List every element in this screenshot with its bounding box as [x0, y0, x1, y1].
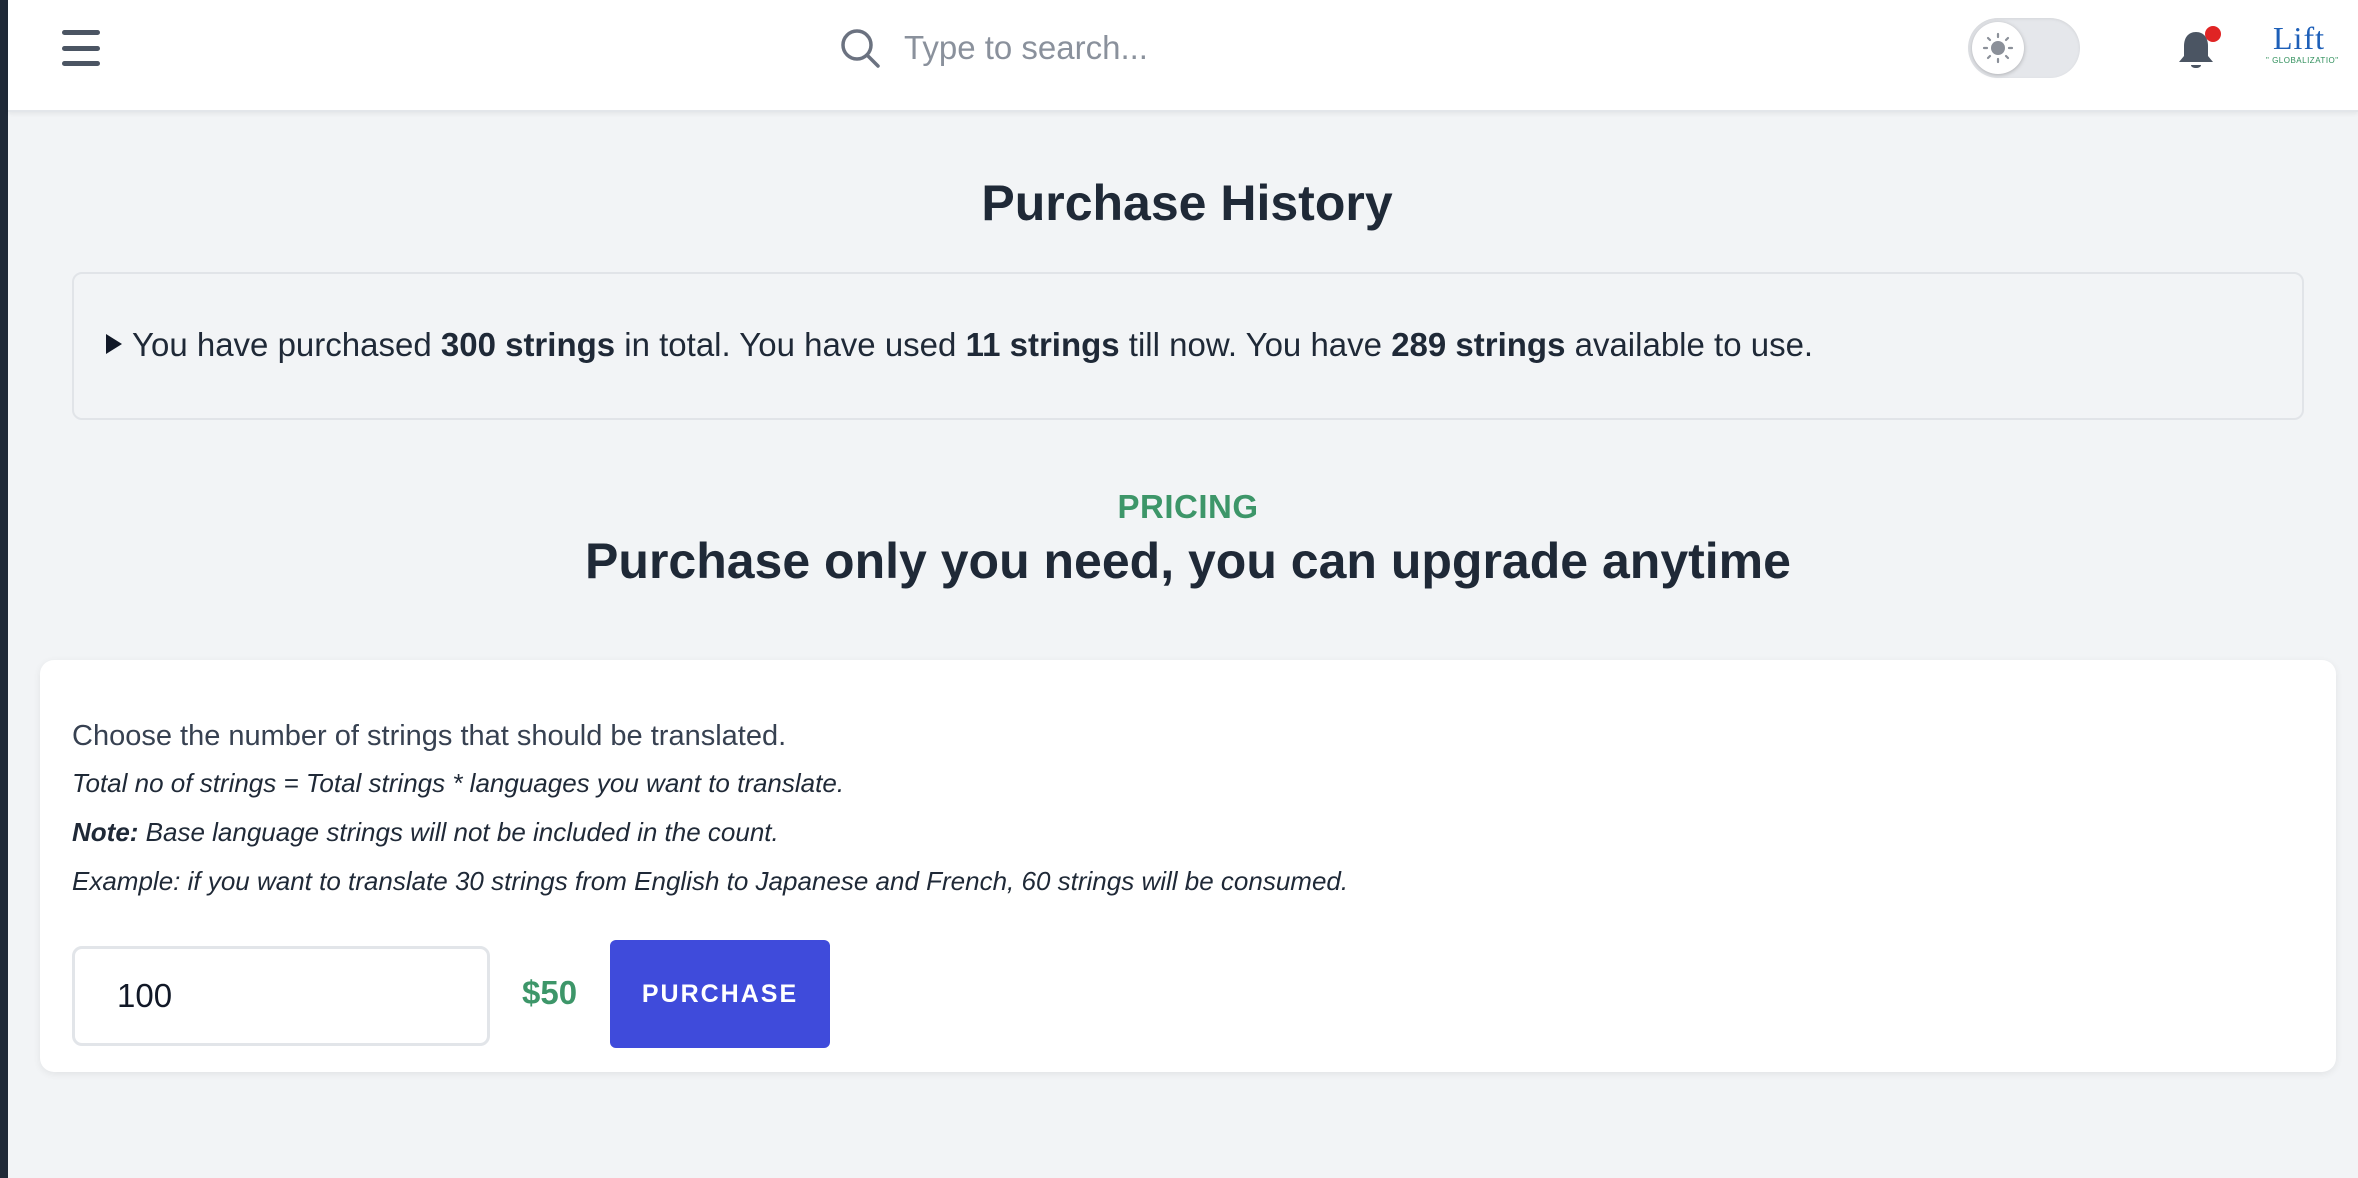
purchase-card: Choose the number of strings that should… — [40, 660, 2336, 1072]
logo-tagline: " GLOBALIZATIO" — [2266, 56, 2339, 65]
note-text: Note: Base language strings will not be … — [72, 817, 779, 848]
search-input[interactable] — [904, 20, 1464, 76]
logo-text: Lift — [2273, 20, 2325, 56]
toggle-knob[interactable] — [1972, 22, 2024, 74]
summary-mid-2: till now. You have — [1119, 326, 1392, 363]
page-title: Purchase History — [981, 175, 1393, 231]
available-count: 289 strings — [1391, 326, 1566, 363]
summary-suffix: available to use. — [1565, 326, 1814, 363]
price-label: $50 — [522, 974, 578, 1011]
pricing-eyebrow: PRICING — [1117, 488, 1259, 525]
note-label: Note: — [72, 817, 139, 847]
sun-icon — [1982, 32, 2014, 64]
notification-badge — [2205, 26, 2221, 42]
hamburger-menu-icon[interactable] — [62, 30, 100, 66]
purchased-count: 300 strings — [440, 326, 616, 363]
formula-text: Total no of strings = Total strings * la… — [72, 768, 845, 798]
string-quantity-input[interactable] — [72, 946, 490, 1046]
caret-right-icon[interactable] — [106, 334, 122, 354]
note-body: Base language strings will not be includ… — [138, 817, 779, 847]
purchase-summary-panel: You have purchased 300 strings in total.… — [72, 272, 2304, 420]
theme-toggle[interactable] — [1968, 18, 2080, 78]
purchase-summary-toggle[interactable]: You have purchased 300 strings in total.… — [106, 326, 1813, 364]
search-icon[interactable] — [838, 26, 882, 70]
purchase-instructions: Choose the number of strings that should… — [72, 720, 787, 752]
pricing-heading: Purchase only you need, you can upgrade … — [585, 533, 1791, 589]
used-count: 11 strings — [965, 326, 1120, 363]
summary-mid-1: in total. You have used — [615, 326, 966, 363]
purchase-button[interactable]: PURCHASE — [610, 940, 830, 1048]
example-text: Example: if you want to translate 30 str… — [72, 866, 1349, 896]
top-navbar: Lift " GLOBALIZATIO" — [8, 0, 2358, 112]
summary-prefix: You have purchased — [132, 326, 441, 363]
logo[interactable]: Lift " GLOBALIZATIO" — [2266, 20, 2339, 76]
